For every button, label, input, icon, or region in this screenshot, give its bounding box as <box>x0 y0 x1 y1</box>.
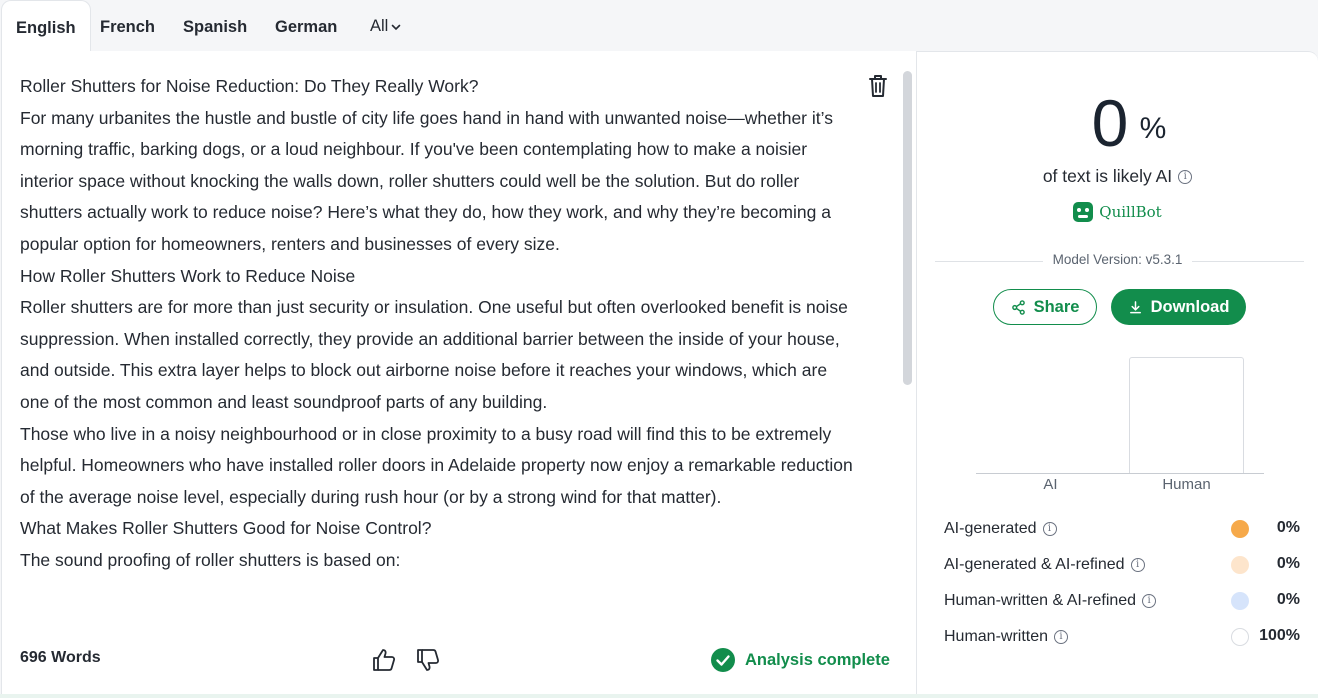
chart-label-ai: AI <box>1043 476 1058 493</box>
classification-legend: AI-generated i 0% AI-generated & AI-refined… <box>944 511 1304 655</box>
editor-paragraph: What Makes Roller Shutters Good for Nois… <box>20 518 432 539</box>
chart-bar-human <box>1129 357 1244 473</box>
legend-row: Human-written i 100% <box>944 619 1304 655</box>
legend-label-group: Human-written i <box>944 628 1069 646</box>
share-icon <box>1011 299 1025 315</box>
language-tabs: English French Spanish German All <box>0 0 1318 52</box>
editor-paragraph: For many urbanites the hustle and bustle… <box>20 107 833 254</box>
trash-icon[interactable] <box>867 73 889 99</box>
analysis-status-text: Analysis complete <box>745 650 890 669</box>
legend-color-swatch <box>1231 592 1249 610</box>
legend-label-group: AI-generated i <box>944 520 1057 538</box>
ai-human-bar-chart: AI Human <box>976 352 1264 496</box>
legend-color-swatch <box>1231 556 1249 574</box>
thumbs-up-icon[interactable] <box>371 647 397 673</box>
editor-paragraph: Those who live in a noisy neighbourhood … <box>20 423 853 507</box>
check-circle-icon <box>711 648 735 672</box>
text-input-area[interactable]: Roller Shutters for Noise Reduction: Do … <box>20 71 860 623</box>
legend-value: 0% <box>1276 555 1300 572</box>
download-icon <box>1129 300 1141 313</box>
legend-row: AI-generated & AI-refined i 0% <box>944 547 1304 583</box>
legend-row: AI-generated i 0% <box>944 511 1304 547</box>
ai-percentage: 0% <box>917 88 1318 158</box>
word-count: 696 Words <box>20 649 101 666</box>
chart-baseline <box>976 473 1264 474</box>
brand-name: QuillBot <box>1099 203 1162 221</box>
results-panel: 0% of text is likely AI i QuillBot Model… <box>917 51 1318 698</box>
scrollbar[interactable] <box>903 71 912 385</box>
analysis-status: Analysis complete <box>711 648 890 672</box>
legend-value: 0% <box>1276 591 1300 608</box>
info-icon[interactable]: i <box>1054 630 1069 644</box>
info-icon[interactable]: i <box>1178 169 1193 184</box>
chart-label-human: Human <box>1162 476 1211 493</box>
tab-all-label: All <box>370 17 389 35</box>
info-icon[interactable]: i <box>1130 558 1145 572</box>
model-version: Model Version: v5.3.1 <box>917 252 1318 267</box>
legend-color-swatch <box>1231 628 1249 646</box>
legend-label: Human-written & AI-refined <box>944 592 1137 609</box>
tab-french[interactable]: French <box>100 0 155 52</box>
download-label: Download <box>1150 297 1230 316</box>
download-button[interactable]: Download <box>1111 289 1246 325</box>
info-icon[interactable]: i <box>1042 522 1057 536</box>
quillbot-brand: QuillBot <box>917 202 1318 222</box>
legend-label: AI-generated & AI-refined <box>944 556 1125 573</box>
info-icon[interactable]: i <box>1142 594 1157 608</box>
editor-paragraph: How Roller Shutters Work to Reduce Noise <box>20 265 356 286</box>
legend-value: 0% <box>1276 519 1300 536</box>
text-editor-panel: Roller Shutters for Noise Reduction: Do … <box>1 51 917 698</box>
chevron-down-icon <box>392 24 401 31</box>
legend-label: Human-written <box>944 628 1049 645</box>
share-label: Share <box>1033 297 1080 316</box>
quillbot-logo-icon <box>1073 202 1094 222</box>
likely-ai-caption: of text is likely AI i <box>917 166 1318 187</box>
thumbs-down-icon[interactable] <box>415 647 441 673</box>
legend-label-group: AI-generated & AI-refined i <box>944 556 1145 574</box>
legend-label: AI-generated <box>944 520 1037 537</box>
editor-paragraph: Roller shutters are for more than just s… <box>20 297 848 412</box>
ai-percentage-value: 0% <box>1092 88 1167 158</box>
tab-german[interactable]: German <box>275 0 337 52</box>
legend-row: Human-written & AI-refined i 0% <box>944 583 1304 619</box>
tab-all[interactable]: All <box>370 0 401 52</box>
tab-english[interactable]: English <box>1 0 91 52</box>
share-button[interactable]: Share <box>993 289 1097 325</box>
bottom-border <box>0 694 1318 698</box>
editor-paragraph: Roller Shutters for Noise Reduction: Do … <box>20 76 479 96</box>
percent-symbol: % <box>1139 112 1167 145</box>
legend-value: 100% <box>1259 627 1300 644</box>
editor-paragraph: The sound proofing of roller shutters is… <box>20 549 401 570</box>
legend-color-swatch <box>1231 520 1249 538</box>
legend-label-group: Human-written & AI-refined i <box>944 592 1157 610</box>
likely-ai-text: of text is likely AI <box>1042 166 1173 186</box>
tab-spanish[interactable]: Spanish <box>183 0 247 52</box>
